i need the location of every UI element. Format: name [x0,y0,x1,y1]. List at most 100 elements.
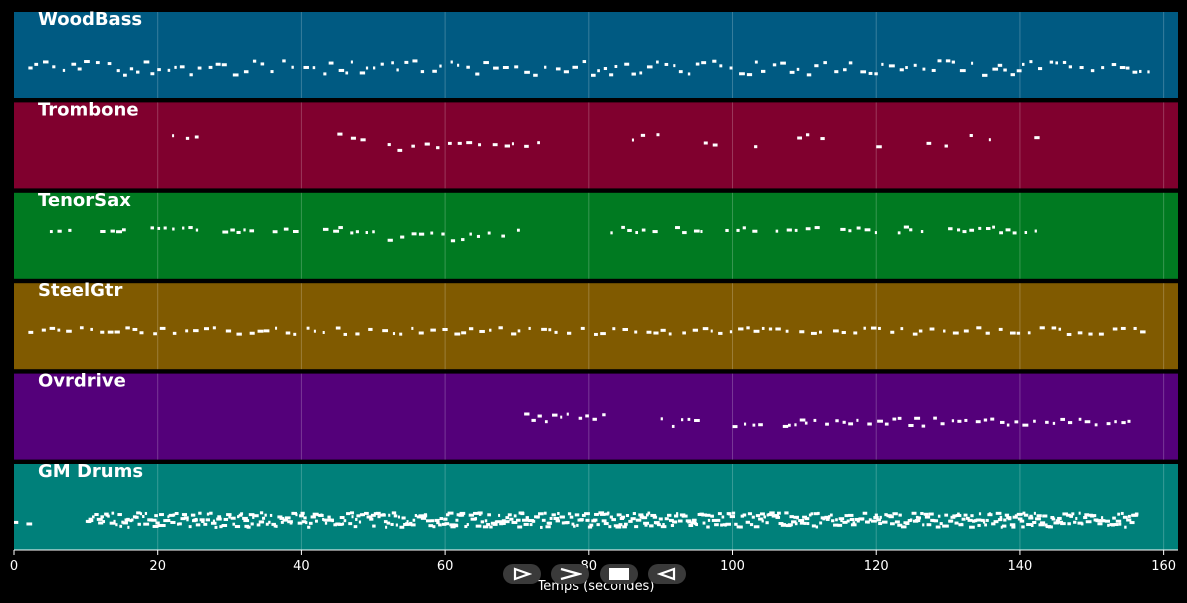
stop-button[interactable] [600,564,638,584]
x-tick-label: 60 [437,559,454,574]
note [455,518,459,522]
note [810,512,814,516]
note [355,332,360,336]
note [179,65,185,69]
note [443,517,448,521]
note [524,70,530,74]
note [914,519,921,523]
note [153,332,157,336]
note [360,138,366,142]
note [695,62,700,66]
note [439,517,443,521]
note [806,522,810,526]
note [1049,60,1054,64]
note [380,62,384,66]
note [221,63,227,67]
note [603,522,609,526]
note [929,327,935,331]
note [110,229,115,233]
note [874,231,877,235]
note [1027,331,1031,335]
note [814,64,819,68]
note [1034,136,1040,140]
note [671,424,675,428]
note [739,72,745,76]
note [623,522,628,526]
note [1112,327,1118,331]
note [372,524,376,528]
note [404,60,409,64]
note [243,519,250,523]
note [350,231,354,235]
x-tick-label: 160 [1151,559,1176,574]
note [1098,332,1104,336]
note [560,415,563,419]
note [1121,421,1126,425]
note [391,511,397,515]
note [414,514,418,518]
note [1014,420,1019,424]
note [468,327,474,331]
note [524,412,530,416]
note [308,521,313,525]
note [480,520,485,524]
play-button[interactable] [503,564,541,584]
note [256,523,261,527]
note [264,513,267,517]
note [208,65,213,69]
note [949,519,954,523]
note [230,228,235,232]
note [632,512,636,516]
note [1075,516,1078,520]
rewind-button[interactable] [648,564,686,584]
note [559,515,565,519]
note [888,64,895,68]
note [924,515,931,519]
note [516,228,520,232]
note [461,238,465,242]
note [258,520,265,524]
note [249,331,255,335]
note [222,230,229,234]
note [763,515,766,519]
note [129,67,134,71]
note [545,525,551,529]
note [985,518,989,522]
note [314,519,318,523]
note [876,145,882,149]
note [847,513,854,517]
note [1019,519,1025,523]
note [736,228,740,232]
track-band [14,283,1178,370]
note [43,60,49,64]
note [189,73,193,77]
note [805,133,810,137]
note [165,519,171,523]
note [41,328,46,332]
note [813,418,817,422]
note [351,515,354,519]
note [338,226,343,230]
note [742,226,746,230]
note [905,66,908,70]
note [704,513,711,517]
note [466,523,469,527]
note [592,417,597,421]
note [343,519,347,523]
note [259,511,264,515]
note [772,63,777,67]
note [848,229,852,233]
note [580,326,585,330]
note [172,331,177,335]
note [1052,421,1056,425]
note [136,70,140,74]
note [515,518,521,522]
note [349,511,355,515]
note [232,522,236,526]
note [892,512,898,516]
note [289,521,293,525]
note [590,73,596,77]
fast-forward-button[interactable] [551,564,589,584]
note [1078,511,1081,515]
note [303,65,309,69]
